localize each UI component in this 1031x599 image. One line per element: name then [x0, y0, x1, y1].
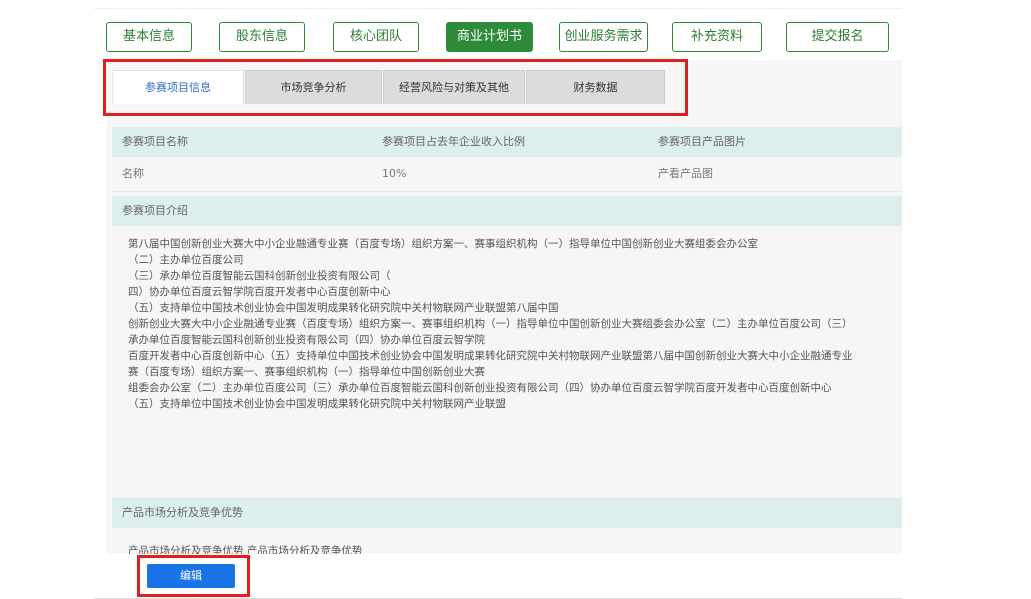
table-header-row: 参赛项目名称 参赛项目占去年企业收入比例 参赛项目产品图片 [112, 127, 902, 157]
intro-line: 第八届中国创新创业大赛大中小企业融通专业赛（百度专场）组织方案一、赛事组织机构（… [128, 238, 758, 250]
tab-basic-info[interactable]: 基本信息 [106, 22, 192, 52]
tab-core-team[interactable]: 核心团队 [333, 22, 419, 52]
intro-line: 承办单位百度智能云国科创新创业投资有限公司（四）协办单位百度云智学院 [128, 334, 485, 346]
intro-title: 参赛项目介绍 [122, 204, 188, 217]
subtab-market-analysis[interactable]: 市场竞争分析 [245, 70, 382, 104]
intro-header: 参赛项目介绍 [112, 196, 902, 226]
intro-line: 百度开发者中心百度创新中心（五）支持单位中国技术创业协会中国发明成果转化研究院中… [128, 350, 853, 362]
value-revenue-ratio: 10% [382, 167, 407, 180]
header-revenue-ratio: 参赛项目占去年企业收入比例 [382, 135, 525, 148]
intro-line: （三）承办单位百度智能云国科创新创业投资有限公司（ [128, 270, 391, 282]
market-title: 产品市场分析及竞争优势 [122, 506, 243, 519]
business-plan-panel: 参赛项目信息 市场竞争分析 经营风险与对策及其他 财务数据 参赛项目名称 参赛项… [106, 60, 902, 554]
tab-submit[interactable]: 提交报名 [786, 22, 889, 52]
subtab-project-info[interactable]: 参赛项目信息 [112, 70, 244, 104]
top-divider [94, 8, 902, 9]
sub-tab-bar: 参赛项目信息 市场竞争分析 经营风险与对策及其他 财务数据 [106, 60, 902, 106]
intro-line: 赛（百度专场）组织方案一、赛事组织机构（一）指导单位中国创新创业大赛 [128, 366, 485, 378]
intro-line: （五）支持单位中国技术创业协会中国发明成果转化研究院中关村物联网产业联盟第八届中… [128, 302, 559, 314]
intro-body: 第八届中国创新创业大赛大中小企业融通专业赛（百度专场）组织方案一、赛事组织机构（… [128, 236, 902, 412]
market-header: 产品市场分析及竞争优势 [112, 498, 902, 528]
header-product-image: 参赛项目产品图片 [658, 135, 746, 148]
tab-service-needs[interactable]: 创业服务需求 [559, 22, 648, 52]
tab-business-plan[interactable]: 商业计划书 [446, 22, 533, 52]
subtab-financial-data[interactable]: 财务数据 [526, 70, 665, 104]
edit-button[interactable]: 编辑 [147, 564, 235, 588]
intro-line: 组委会办公室（二）主办单位百度公司（三）承办单位百度智能云国科创新创业投资有限公… [128, 382, 832, 394]
subtab-risk-and-other[interactable]: 经营风险与对策及其他 [383, 70, 525, 104]
market-body: 产品市场分析及竞争优势 产品市场分析及竞争优势 [128, 545, 363, 554]
table-row: 名称 10% 产看产品图 [112, 157, 902, 192]
view-product-image-link[interactable]: 产看产品图 [658, 157, 713, 191]
intro-line: 创新创业大赛大中小企业融通专业赛（百度专场）组织方案一、赛事组织机构（一）指导单… [128, 318, 853, 330]
intro-line: （二）主办单位百度公司 [128, 254, 244, 266]
header-project-name: 参赛项目名称 [122, 135, 188, 148]
value-project-name: 名称 [122, 167, 144, 180]
intro-line: 四）协办单位百度云智学院百度开发者中心百度创新中心 [128, 286, 391, 298]
tab-shareholder-info[interactable]: 股东信息 [219, 22, 305, 52]
intro-line: （五）支持单位中国技术创业协会中国发明成果转化研究院中关村物联网产业联盟 [128, 398, 506, 410]
tab-supplementary[interactable]: 补充资料 [672, 22, 762, 52]
